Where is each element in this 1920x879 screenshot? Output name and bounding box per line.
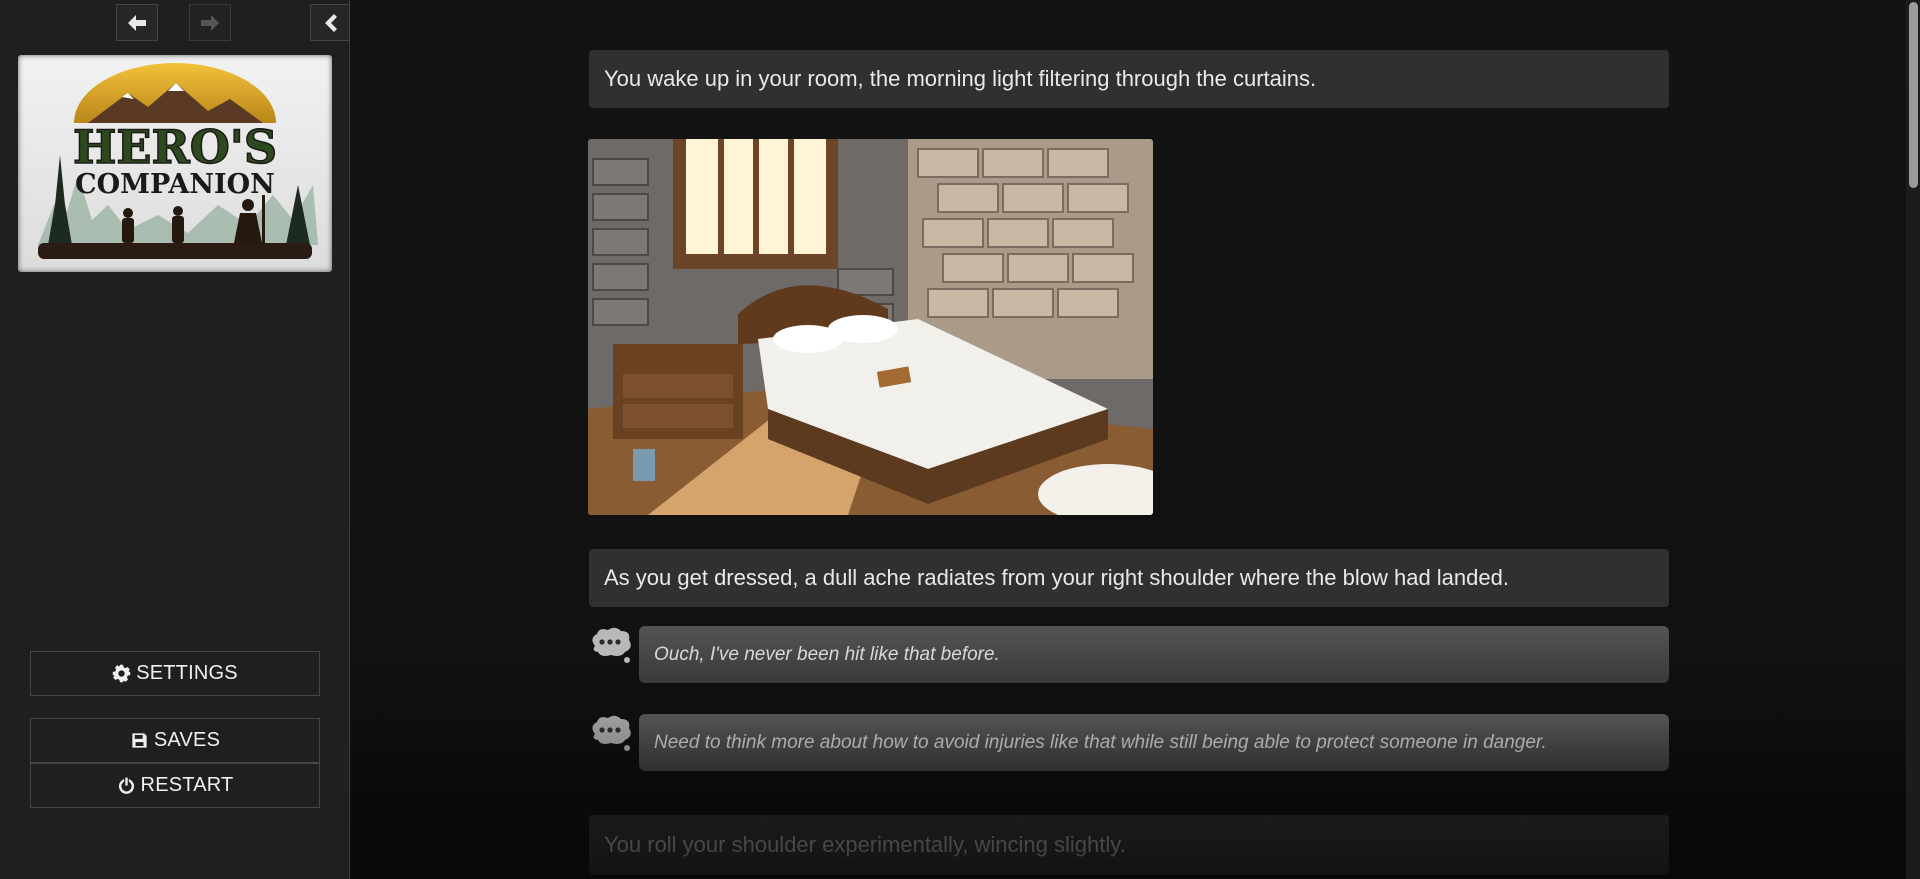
sidebar: HERO'S COMPANION SETTINGS SAVES RESTART: [0, 0, 350, 879]
scene-illustration-bedroom: [588, 139, 1153, 515]
thought-bubble-icon: [592, 627, 631, 663]
inner-thought: Ouch, I've never been hit like that befo…: [589, 626, 1669, 696]
bedroom-image: [588, 139, 1153, 515]
chevron-left-icon: [325, 13, 337, 32]
thought-text: Ouch, I've never been hit like that befo…: [654, 643, 1000, 665]
settings-button[interactable]: SETTINGS: [30, 651, 320, 696]
saves-button[interactable]: SAVES: [30, 718, 320, 763]
logo-emblem: HERO'S COMPANION: [38, 63, 318, 259]
restart-button[interactable]: RESTART: [30, 763, 320, 808]
logo-title-companion: COMPANION: [75, 169, 275, 200]
passage-text: As you get dressed, a dull ache radiates…: [604, 565, 1509, 590]
thought-text-box: Ouch, I've never been hit like that befo…: [639, 626, 1669, 683]
inner-thought: Need to think more about how to avoid in…: [589, 714, 1669, 784]
floppy-disk-icon: [132, 733, 147, 748]
collapse-sidebar-button[interactable]: [310, 4, 350, 41]
passage-text: You roll your shoulder experimentally, w…: [604, 832, 1126, 857]
arrow-right-icon: [201, 14, 219, 31]
story-passage: You roll your shoulder experimentally, w…: [589, 815, 1669, 875]
logo-title-hero: HERO'S: [73, 120, 277, 174]
scrollbar-thumb[interactable]: [1909, 2, 1918, 188]
arrow-left-icon: [128, 14, 146, 31]
story-passage: As you get dressed, a dull ache radiates…: [589, 549, 1669, 607]
saves-label: SAVES: [153, 729, 221, 751]
forward-button[interactable]: [189, 4, 231, 41]
back-button[interactable]: [116, 4, 158, 41]
passage-text: You wake up in your room, the morning li…: [604, 66, 1317, 91]
story-area: You wake up in your room, the morning li…: [351, 0, 1920, 879]
power-icon: [118, 776, 134, 794]
scrollbar[interactable]: [1906, 0, 1920, 879]
story-passage: You wake up in your room, the morning li…: [589, 50, 1669, 108]
restart-label: RESTART: [140, 774, 234, 796]
thought-bubble-icon: [592, 715, 631, 751]
thought-text: Need to think more about how to avoid in…: [654, 731, 1547, 753]
game-logo: HERO'S COMPANION: [18, 55, 332, 272]
settings-label: SETTINGS: [136, 662, 238, 684]
thought-text-box: Need to think more about how to avoid in…: [639, 714, 1669, 771]
gear-icon: [112, 664, 131, 683]
